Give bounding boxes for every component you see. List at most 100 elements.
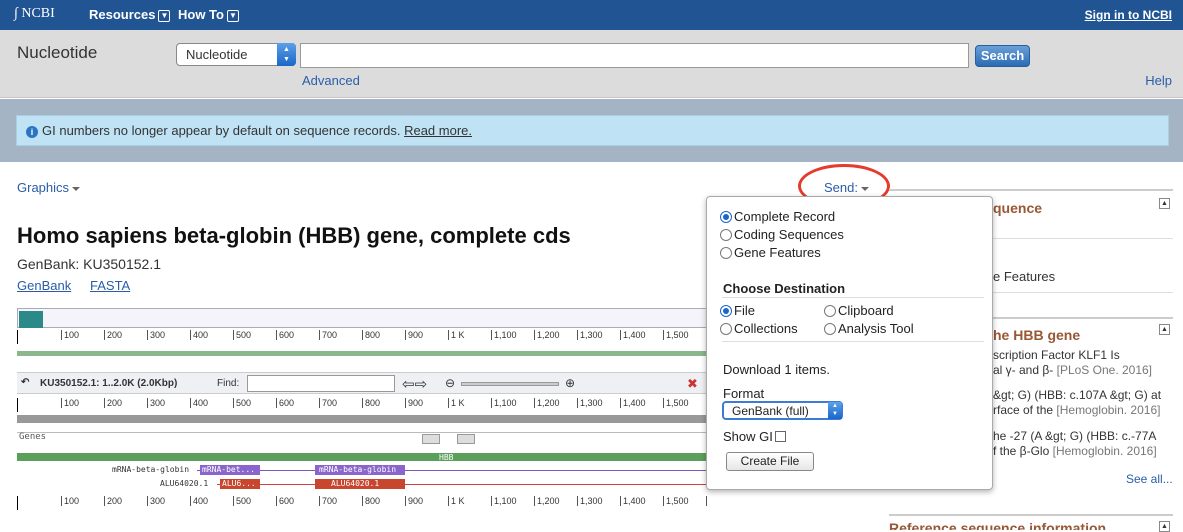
radio[interactable] [824,304,836,317]
ruler-tick: 300 [147,496,165,506]
database-select[interactable]: Nucleotide ▲ ▼ [176,43,296,66]
back-arrow-icon[interactable]: ↶ [21,377,29,388]
ncbi-logo[interactable]: ∫ NCBI [14,6,55,22]
ruler-tick: 1,100 [491,496,517,506]
ruler-tick: 500 [233,398,251,408]
format-value: GenBank (full) [732,404,809,418]
overview-panel [17,308,707,328]
collapse-icon[interactable]: ▲ [1159,521,1170,532]
signin-link[interactable]: Sign in to NCBI [1085,8,1172,22]
fasta-link[interactable]: FASTA [90,278,130,293]
divider [17,432,707,433]
dest-clipboard-option[interactable]: Clipboard [824,303,894,318]
record-title: Homo sapiens beta-globin (HBB) gene, com… [17,223,571,248]
portlet-title-hbb[interactable]: he HBB gene [993,327,1080,343]
alu-exon-2[interactable]: ALU64020.1 [315,479,405,489]
sequence-track [17,415,707,423]
ruler-tick: 1,300 [577,330,603,340]
ruler-tick: 700 [319,398,337,408]
complete-record-option[interactable]: Complete Record [720,209,835,224]
gene-features-link[interactable]: e Features [993,269,1055,284]
howto-label: How To [178,7,224,22]
gene-features-option[interactable]: Gene Features [720,245,821,260]
article-text: &gt; G) (HBB: c.107A &gt; G) at [993,388,1162,402]
seq-range-label[interactable]: KU350152.1: 1..2.0K (2.0Kbp) [40,378,177,389]
collapse-icon[interactable]: ▲ [1159,198,1170,209]
mrna-track-label: mRNA-beta-globin [112,465,190,474]
help-link[interactable]: Help [1145,73,1172,88]
graphics-label: Graphics [17,180,70,195]
nav-arrows-icon[interactable]: ⇦⇨ [402,375,427,393]
overview-window[interactable] [19,311,43,328]
mrna-exon-1[interactable]: mRNA-bet... [200,465,260,475]
radio[interactable] [720,322,732,335]
show-gi-checkbox[interactable] [774,431,786,442]
article-item[interactable]: &gt; G) (HBB: c.107A &gt; G) at rface of … [993,388,1161,418]
track-prev-button[interactable] [422,434,440,444]
ruler-tick: 700 [319,330,337,340]
dest-analysis-option[interactable]: Analysis Tool [824,321,914,336]
mrna-line [197,470,707,471]
ruler-tick: 1,600 [706,496,707,506]
zoom-in-icon[interactable]: ⊕ [565,376,575,390]
alu-exon-1[interactable]: ALU6... [220,479,260,489]
ruler-tick: 1 K [448,496,465,506]
ruler-tick: 900 [405,496,423,506]
ruler-tick: 1,500 [663,496,689,506]
create-file-button[interactable]: Create File [726,452,814,471]
graphics-menu[interactable]: Graphics [17,180,81,195]
radio[interactable] [720,246,732,259]
ruler-tick: 800 [362,330,380,340]
radio[interactable] [720,228,732,241]
radio[interactable] [824,322,836,335]
dest-collections-option[interactable]: Collections [720,321,798,336]
portlet-title-refseq[interactable]: Reference sequence information [889,520,1149,530]
ruler-tick: 1,200 [534,496,560,506]
read-more-link[interactable]: Read more. [404,123,472,138]
ruler-tick: 600 [276,496,294,506]
howto-menu[interactable]: How To ▼ [178,7,239,22]
resources-menu[interactable]: Resources ▼ [89,7,171,22]
divider [993,292,1173,293]
portlet-divider [889,189,1173,191]
genbank-link[interactable]: GenBank [17,278,71,293]
find-input[interactable] [247,375,395,392]
search-button[interactable]: Search [975,45,1030,67]
format-select[interactable]: GenBank (full) ▲ ▼ [722,401,843,420]
radio-selected[interactable] [720,304,732,317]
portlet-divider [889,514,1173,516]
ruler-tick: 600 [276,398,294,408]
genes-track-label: Genes [19,432,47,442]
ruler-tick: 500 [233,330,251,340]
mrna-exon-2[interactable]: mRNA-beta-globin [315,465,405,475]
radio-selected[interactable] [720,210,732,223]
article-source: [Hemoglobin. 2016] [1052,444,1157,458]
divider [722,341,984,342]
article-item[interactable]: he -27 (A &gt; G) (HBB: c.-77A f the β-Gl… [993,429,1157,459]
hbb-gene-bar[interactable] [17,453,707,461]
option-label: Analysis Tool [838,321,914,336]
advanced-link[interactable]: Advanced [302,73,360,88]
article-text: scription Factor KLF1 Is [993,348,1120,362]
tools-icon[interactable]: ✖ [687,376,698,392]
ruler-tick: 1,100 [491,398,517,408]
ruler-tick: 800 [362,496,380,506]
main-ruler: 100 200 300 400 500 600 700 800 900 1 K 1,100 1,200… [17,398,707,412]
info-icon: i [26,126,38,138]
see-all-link[interactable]: See all... [1126,472,1173,486]
zoom-slider[interactable] [461,382,559,386]
collapse-icon[interactable]: ▲ [1159,324,1170,335]
track-next-button[interactable] [457,434,475,444]
coding-sequences-option[interactable]: Coding Sequences [720,227,844,242]
hbb-label: HBB [439,453,454,462]
article-item[interactable]: scription Factor KLF1 Is al γ- and β- [PL… [993,348,1152,378]
ruler-tick: 1 K [448,398,465,408]
portlet-title-sequence[interactable]: quence [993,200,1042,216]
zoom-out-icon[interactable]: ⊖ [445,376,455,390]
search-input[interactable] [300,43,969,68]
dest-file-option[interactable]: File [720,303,755,318]
article-text: f the β-Glo [993,444,1050,458]
show-gi-label: Show GI [723,429,773,444]
show-gi-option[interactable]: Show GI [723,429,786,444]
sequence-viewer[interactable]: 100 200 300 400 500 600 700 800 900 1 K 1,100 1,200… [17,308,707,530]
